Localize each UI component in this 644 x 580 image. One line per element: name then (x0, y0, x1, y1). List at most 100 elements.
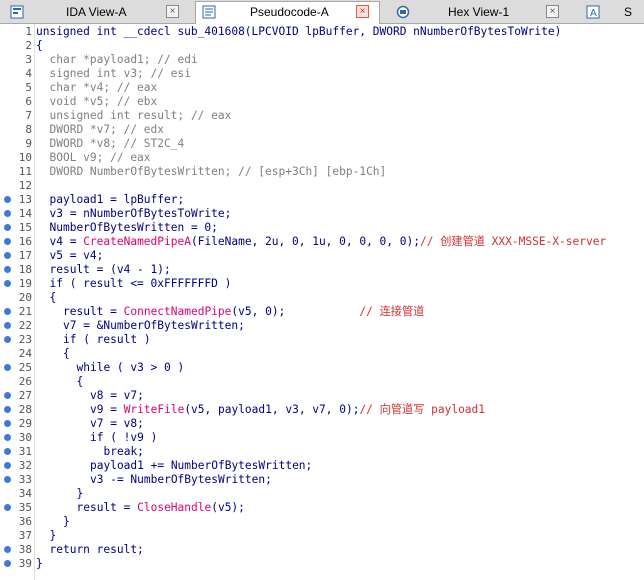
code-line[interactable]: 39} (0, 557, 644, 571)
breakpoint-dot-icon[interactable] (4, 336, 11, 343)
code-text: BOOL v9; // eax (36, 151, 151, 165)
code-line[interactable]: 33 v3 -= NumberOfBytesWritten; (0, 473, 644, 487)
tab-label: S (624, 5, 633, 19)
code-line[interactable]: 9 DWORD *v8; // ST2C_4 (0, 137, 644, 151)
code-line[interactable]: 1 unsigned int __cdecl sub_401608(LPCVOID… (0, 25, 644, 39)
close-icon[interactable]: × (546, 5, 559, 18)
code-text: v5 = v4; (36, 249, 104, 263)
code-line[interactable]: 8 DWORD *v7; // edx (0, 123, 644, 137)
code-line[interactable]: 11 DWORD NumberOfBytesWritten; // [esp+3C… (0, 165, 644, 179)
breakpoint-dot-icon[interactable] (4, 364, 11, 371)
code-text: DWORD *v7; // edx (36, 123, 165, 137)
breakpoint-dot-icon[interactable] (4, 462, 11, 469)
code-line[interactable]: 13 payload1 = lpBuffer; (0, 193, 644, 207)
tab-ida-view-a[interactable]: IDA View-A × (4, 2, 190, 23)
line-number: 21 (18, 305, 32, 318)
breakpoint-dot-icon[interactable] (4, 434, 11, 441)
breakpoint-dot-icon[interactable] (4, 406, 11, 413)
code-line[interactable]: 28 v9 = WriteFile(v5, payload1, v3, v7, 0… (0, 403, 644, 417)
breakpoint-dot-icon[interactable] (4, 266, 11, 273)
breakpoint-dot-icon[interactable] (4, 420, 11, 427)
line-number: 38 (18, 543, 32, 556)
breakpoint-dot-icon[interactable] (4, 476, 11, 483)
breakpoint-dot-icon[interactable] (4, 448, 11, 455)
breakpoint-dot-icon[interactable] (4, 280, 11, 287)
code-line[interactable]: 29 v7 = v8; (0, 417, 644, 431)
code-token: break; (103, 445, 144, 458)
code-line[interactable]: 16 v4 = CreateNamedPipeA(FileName, 2u, 0,… (0, 235, 644, 249)
code-line[interactable]: 38 return result; (0, 543, 644, 557)
breakpoint-dot-icon[interactable] (4, 546, 11, 553)
breakpoint-dot-icon[interactable] (4, 196, 11, 203)
code-line[interactable]: 23 if ( result ) (0, 333, 644, 347)
line-number: 7 (25, 109, 32, 122)
code-line[interactable]: 21 result = ConnectNamedPipe(v5, 0); // 连… (0, 305, 644, 319)
code-line[interactable]: 20 { (0, 291, 644, 305)
code-comment: BOOL v9; // eax (49, 151, 151, 164)
code-text: v3 = nNumberOfBytesToWrite; (36, 207, 232, 221)
tab-bar: IDA View-A × Pseudocode-A × Hex View-1 ×… (0, 0, 644, 24)
breakpoint-dot-icon[interactable] (4, 252, 11, 259)
code-line[interactable]: 14 v3 = nNumberOfBytesToWrite; (0, 207, 644, 221)
line-number: 31 (18, 445, 32, 458)
code-text: payload1 += NumberOfBytesWritten; (36, 459, 312, 473)
code-line[interactable]: 6 void *v5; // ebx (0, 95, 644, 109)
code-comment: // 连接管道 (359, 305, 425, 318)
code-line[interactable]: 32 payload1 += NumberOfBytesWritten; (0, 459, 644, 473)
line-number: 4 (25, 67, 32, 80)
code-line[interactable]: 34} (0, 487, 644, 501)
line-number: 29 (18, 417, 32, 430)
code-line[interactable]: 5 char *v4; // eax (0, 81, 644, 95)
breakpoint-dot-icon[interactable] (4, 560, 11, 567)
code-comment: void *v5; // ebx (49, 95, 158, 108)
breakpoint-dot-icon[interactable] (4, 238, 11, 245)
code-token: result = (v4 - 1); (49, 263, 171, 276)
code-line[interactable]: 37} (0, 529, 644, 543)
code-line[interactable]: 7 unsigned int result; // eax (0, 109, 644, 123)
breakpoint-dot-icon[interactable] (4, 308, 11, 315)
line-number: 19 (18, 277, 32, 290)
code-line[interactable]: 25 while ( v3 > 0 ) (0, 361, 644, 375)
tab-pseudocode-a[interactable]: Pseudocode-A × (195, 1, 380, 24)
tab-label: Pseudocode-A (250, 5, 329, 19)
code-token: { (49, 291, 57, 304)
code-line[interactable]: 26 { (0, 375, 644, 389)
code-line[interactable]: 15 NumberOfBytesWritten = 0; (0, 221, 644, 235)
code-line[interactable]: 4 signed int v3; // esi (0, 67, 644, 81)
code-line[interactable]: 3 char *payload1; // edi (0, 53, 644, 67)
tab-structures[interactable]: A S (580, 2, 644, 23)
code-line[interactable]: 18 result = (v4 - 1); (0, 263, 644, 277)
code-line[interactable]: 22 v7 = &NumberOfBytesWritten; (0, 319, 644, 333)
breakpoint-dot-icon[interactable] (4, 322, 11, 329)
close-icon[interactable]: × (356, 5, 369, 18)
code-line[interactable]: 27 v8 = v7; (0, 389, 644, 403)
breakpoint-dot-icon[interactable] (4, 392, 11, 399)
code-comment: DWORD *v7; // edx (49, 123, 165, 136)
code-comment: DWORD NumberOfBytesWritten; // [esp+3Ch]… (49, 165, 387, 178)
line-number: 1 (25, 25, 32, 38)
breakpoint-dot-icon[interactable] (4, 224, 11, 231)
code-line[interactable]: 36} (0, 515, 644, 529)
code-line[interactable]: 24 { (0, 347, 644, 361)
code-token: return result; (49, 543, 144, 556)
line-number: 30 (18, 431, 32, 444)
code-line[interactable]: 10 BOOL v9; // eax (0, 151, 644, 165)
close-icon[interactable]: × (166, 5, 179, 18)
line-number: 28 (18, 403, 32, 416)
code-line[interactable]: 2{ (0, 39, 644, 53)
code-line[interactable]: 30 if ( !v9 ) (0, 431, 644, 445)
breakpoint-dot-icon[interactable] (4, 210, 11, 217)
code-text: NumberOfBytesWritten = 0; (36, 221, 218, 235)
breakpoint-dot-icon[interactable] (4, 504, 11, 511)
line-number: 32 (18, 459, 32, 472)
code-token: payload1 += NumberOfBytesWritten; (90, 459, 313, 472)
code-line[interactable]: 35 result = CloseHandle(v5); (0, 501, 644, 515)
code-line[interactable]: 12 (0, 179, 644, 193)
tab-hex-view-1[interactable]: Hex View-1 × (390, 2, 570, 23)
code-line[interactable]: 31 break; (0, 445, 644, 459)
code-token: v3 = nNumberOfBytesToWrite; (49, 207, 232, 220)
code-line[interactable]: 17 v5 = v4; (0, 249, 644, 263)
line-number: 36 (18, 515, 32, 528)
code-line[interactable]: 19 if ( result <= 0xFFFFFFFD ) (0, 277, 644, 291)
pseudocode-editor[interactable]: 1 unsigned int __cdecl sub_401608(LPCVOID… (0, 24, 644, 580)
